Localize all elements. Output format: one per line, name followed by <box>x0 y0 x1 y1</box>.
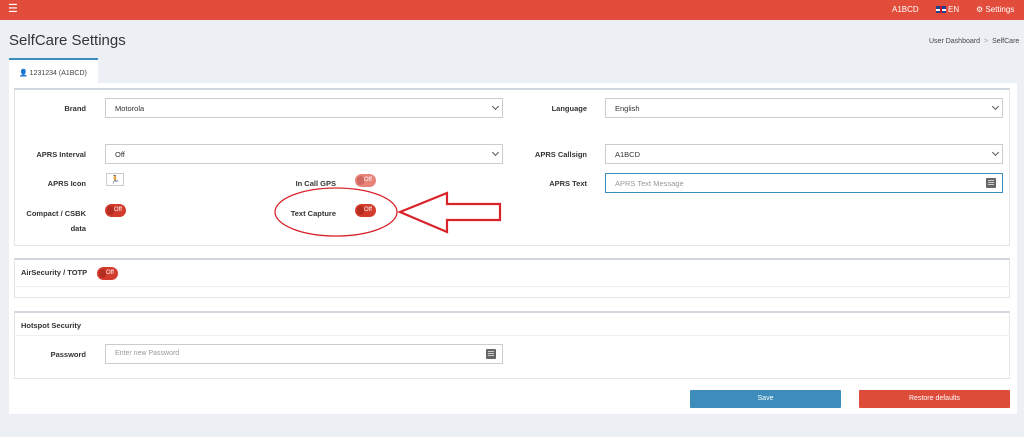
aprs-callsign-select[interactable]: A1BCD <box>605 144 1003 164</box>
airsecurity-toggle[interactable]: Off <box>97 267 118 280</box>
chevron-down-icon <box>991 148 1000 157</box>
aprs-text-label: APRS Text <box>549 179 587 188</box>
user-callsign[interactable]: A1BCD <box>892 4 919 15</box>
in-call-gps-toggle[interactable]: Off <box>355 174 376 187</box>
chevron-down-icon <box>491 102 500 111</box>
tab-user-label: 1231234 (A1BCD) <box>29 70 87 77</box>
running-person-icon: 🏃 <box>110 175 120 184</box>
aprs-icon-label: APRS Icon <box>47 179 86 188</box>
settings-label: Settings <box>985 5 1015 14</box>
keyboard-icon[interactable] <box>486 349 496 359</box>
hamburger-icon[interactable]: ☰ <box>8 3 18 16</box>
airsecurity-toggle-label: Off <box>106 270 114 276</box>
keyboard-icon[interactable] <box>986 178 996 188</box>
in-call-gps-toggle-label: Off <box>364 177 372 183</box>
save-button[interactable]: Save <box>690 390 841 408</box>
breadcrumb-separator: > <box>983 38 989 45</box>
top-bar: ☰ A1BCD EN ⚙ Settings <box>0 0 1024 20</box>
language-switcher[interactable]: EN <box>936 4 959 15</box>
settings-link[interactable]: ⚙ Settings <box>976 4 1014 15</box>
aprs-callsign-label: APRS Callsign <box>534 150 587 159</box>
password-label: Password <box>50 350 86 359</box>
language-code: EN <box>948 5 960 14</box>
breadcrumb-selfcare: SelfCare <box>992 38 1020 45</box>
chevron-down-icon <box>991 102 1000 111</box>
uk-flag-icon <box>936 6 946 13</box>
hotspot-title: Hotspot Security <box>21 321 82 330</box>
aprs-text-placeholder: APRS Text Message <box>615 179 684 188</box>
divider <box>14 286 1010 287</box>
gear-icon: ⚙ <box>976 5 984 14</box>
compact-csbk-label-line1: Compact / CSBK <box>26 209 86 218</box>
aprs-text-input[interactable]: APRS Text Message <box>605 173 1003 193</box>
breadcrumb-user-dashboard[interactable]: User Dashboard <box>929 38 980 45</box>
brand-value: Motorola <box>115 104 145 113</box>
divider <box>14 335 1010 336</box>
brand-label: Brand <box>64 104 86 113</box>
aprs-interval-label: APRS Interval <box>36 150 86 159</box>
compact-csbk-label: Compact / CSBK data <box>20 209 86 234</box>
compact-csbk-toggle-label: Off <box>114 207 122 213</box>
page-title: SelfCare Settings <box>9 32 126 49</box>
aprs-callsign-value: A1BCD <box>615 150 641 159</box>
language-label: Language <box>551 104 587 113</box>
aprs-interval-value: Off <box>115 150 125 159</box>
text-capture-toggle[interactable]: Off <box>355 204 376 217</box>
user-icon: 👤 <box>19 70 28 77</box>
tab-user[interactable]: 👤 1231234 (A1BCD) <box>9 58 98 84</box>
aprs-icon-picker[interactable]: 🏃 <box>106 173 124 186</box>
breadcrumb: User Dashboard > SelfCare <box>929 38 1019 45</box>
restore-defaults-button[interactable]: Restore defaults <box>859 390 1010 408</box>
aprs-interval-select[interactable]: Off <box>105 144 503 164</box>
airsecurity-label: AirSecurity / TOTP <box>21 268 88 277</box>
language-select[interactable]: English <box>605 98 1003 118</box>
compact-csbk-toggle[interactable]: Off <box>105 204 126 217</box>
airsecurity-box <box>14 258 1010 298</box>
text-capture-label: Text Capture <box>290 209 336 218</box>
chevron-down-icon <box>491 148 500 157</box>
password-placeholder: Enter new Password <box>115 350 180 357</box>
language-value: English <box>615 104 640 113</box>
password-input[interactable]: Enter new Password <box>105 344 503 364</box>
text-capture-toggle-label: Off <box>364 207 372 213</box>
compact-csbk-label-line2: data <box>70 224 86 233</box>
in-call-gps-label: In Call GPS <box>295 179 336 188</box>
brand-select[interactable]: Motorola <box>105 98 503 118</box>
